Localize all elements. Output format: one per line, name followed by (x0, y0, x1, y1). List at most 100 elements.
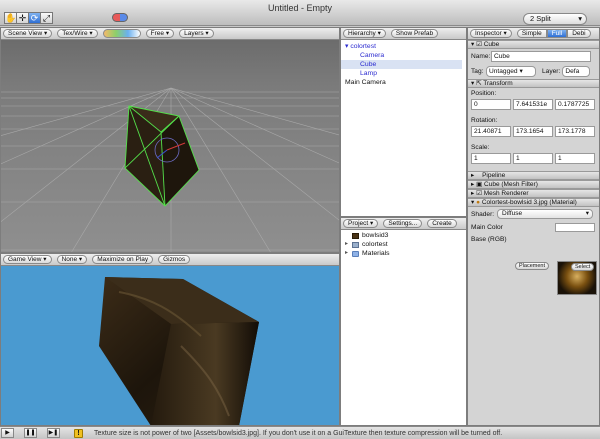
window-title: Untitled - Empty (267, 3, 333, 13)
settings-button[interactable]: Settings... (383, 219, 423, 228)
enabled-checkbox[interactable]: ☑ (476, 190, 482, 197)
name-field[interactable]: Cube (491, 51, 591, 62)
expand-arrow-icon[interactable]: ▾ (471, 80, 474, 87)
material-label: Colortest-bowlsid 3.jpg (Material) (481, 199, 577, 206)
play-toggle-icon[interactable] (112, 13, 128, 22)
tag-label: Tag: (471, 68, 484, 75)
expand-arrow-icon[interactable]: ▾ (471, 199, 474, 206)
mesh-renderer-header[interactable]: ▸ ☑ Mesh Renderer (468, 189, 599, 198)
tree-item-lamp[interactable]: Lamp (345, 69, 462, 78)
project-item-colortest[interactable]: ▸ colortest (341, 240, 466, 249)
project-tab[interactable]: Project (343, 219, 379, 228)
expand-arrow-icon[interactable]: ▸ (471, 172, 474, 179)
step-button[interactable]: ▶❚ (47, 428, 60, 438)
base-label: Base (RGB) (471, 236, 507, 243)
shader-dropdown[interactable]: Diffuse (497, 209, 593, 219)
main-color-label: Main Color (471, 224, 503, 231)
position-y-field[interactable]: 7.641531e (513, 99, 553, 110)
hierarchy-panel: Hierarchy Show Prefab ▾ colortest Camera… (340, 27, 467, 217)
active-checkbox[interactable]: ☑ (476, 41, 482, 48)
expand-arrow-icon[interactable]: ▾ (471, 41, 474, 48)
rotation-z-field[interactable]: 173.1778 (555, 126, 595, 137)
position-fields: 0 7.641531e 0.1787725 (468, 97, 599, 112)
scene-viewport[interactable] (1, 40, 339, 252)
mesh-renderer-label: Mesh Renderer (483, 190, 529, 197)
scale-x-field[interactable]: 1 (471, 153, 511, 164)
texture-icon (352, 232, 359, 239)
project-item-bowlsid3[interactable]: bowlsid3 (341, 231, 466, 240)
tree-item-colortest[interactable]: ▾ colortest (345, 42, 462, 51)
maximize-on-play-button[interactable]: Maximize on Play (92, 255, 154, 264)
project-item-materials[interactable]: ▸ Materials (341, 249, 466, 258)
mode-full-button[interactable]: Full (546, 29, 568, 38)
transform-header[interactable]: ▾ ⇱ Transform (468, 79, 599, 88)
mesh-filter-header[interactable]: ▸ ▣ Cube (Mesh Filter) (468, 180, 599, 189)
tree-item-label: Lamp (360, 70, 378, 77)
status-message[interactable]: Texture size is not power of two [Assets… (94, 430, 502, 437)
transform-tools: ✋ ✛ ⟳ ⤢ (4, 12, 53, 24)
gizmos-button[interactable]: Gizmos (158, 255, 191, 264)
create-button[interactable]: Create (427, 219, 457, 228)
scale-z-field[interactable]: 1 (555, 153, 595, 164)
window-titlebar: Untitled - Empty ✋ ✛ ⟳ ⤢ 2 Split (0, 0, 600, 26)
mesh-filter-label: Cube (Mesh Filter) (484, 181, 538, 188)
expand-arrow-icon[interactable]: ▸ (345, 240, 352, 249)
project-item-label: Materials (362, 250, 390, 257)
scene-view-toolbar: Scene View Tex/Wire Free Layers (1, 28, 339, 40)
tree-item-camera[interactable]: Camera (345, 51, 462, 60)
rotation-x-field[interactable]: 21.40871 (471, 126, 511, 137)
main-color-row: Main Color (468, 221, 599, 234)
expand-arrow-icon[interactable]: ▸ (471, 190, 474, 197)
main-color-swatch[interactable] (555, 223, 595, 232)
show-prefab-button[interactable]: Show Prefab (390, 29, 439, 38)
layer-label: Layer: (542, 68, 561, 75)
position-z-field[interactable]: 0.1787725 (555, 99, 595, 110)
transform-label: Transform (483, 80, 513, 87)
tree-item-cube[interactable]: Cube (341, 60, 462, 69)
scale-tool-icon[interactable]: ⤢ (40, 12, 53, 24)
position-x-field[interactable]: 0 (471, 99, 511, 110)
project-panel: Project Settings... Create bowlsid3 ▸ co… (340, 217, 467, 426)
hierarchy-tab[interactable]: Hierarchy (343, 29, 386, 38)
play-button[interactable]: ▶ (1, 428, 14, 438)
game-view-tab[interactable]: Game View (3, 255, 52, 264)
layer-dropdown[interactable]: Defa (562, 66, 591, 77)
game-view-panel: Game View None Maximize on Play Gizmos (0, 253, 340, 426)
camera-mode-dropdown[interactable]: Free (145, 29, 175, 38)
placement-button[interactable]: Placement (515, 262, 549, 270)
scene-view-tab[interactable]: Scene View (3, 29, 53, 38)
rotation-label: Rotation: (471, 117, 498, 124)
object-header[interactable]: ▾ ☑ Cube (468, 40, 599, 49)
select-texture-button[interactable]: Select (571, 263, 595, 271)
scale-y-field[interactable]: 1 (513, 153, 553, 164)
scene-grid (1, 87, 339, 252)
pipeline-header[interactable]: ▸ Pipeline (468, 171, 599, 180)
scene-view-panel: Scene View Tex/Wire Free Layers (0, 27, 340, 253)
layout-dropdown[interactable]: 2 Split (523, 13, 587, 25)
tree-item-label: Camera (360, 52, 385, 59)
rotation-y-field[interactable]: 173.1654 (513, 126, 553, 137)
game-cube-render (99, 277, 259, 425)
layers-dropdown[interactable]: Layers (179, 29, 214, 38)
pause-button[interactable]: ❚❚ (24, 428, 37, 438)
inspector-tab[interactable]: Inspector (470, 29, 512, 38)
name-label: Name: (471, 53, 491, 60)
object-header-label: Cube (483, 41, 500, 48)
material-icon: ● (476, 199, 481, 206)
game-viewport[interactable] (1, 266, 339, 425)
hierarchy-toolbar: Hierarchy Show Prefab (341, 28, 466, 40)
scene-toggles[interactable] (102, 29, 141, 38)
tree-item-main-camera[interactable]: Main Camera (345, 78, 462, 87)
mode-debug-button[interactable]: Debi (567, 29, 591, 38)
material-header[interactable]: ▾ ● Colortest-bowlsid 3.jpg (Material) (468, 198, 599, 207)
render-mode-dropdown[interactable]: Tex/Wire (57, 29, 98, 38)
tag-dropdown[interactable]: Untagged (486, 66, 536, 77)
aspect-dropdown[interactable]: None (56, 255, 88, 264)
expand-arrow-icon[interactable]: ▸ (345, 249, 352, 258)
expand-arrow-icon[interactable]: ▾ (345, 43, 348, 50)
project-item-label: colortest (362, 241, 388, 248)
expand-arrow-icon[interactable]: ▸ (471, 181, 474, 188)
rotation-fields: 21.40871 173.1654 173.1778 (468, 124, 599, 139)
mode-simple-button[interactable]: Simple (516, 29, 547, 38)
tag-layer-row: Tag: Untagged Layer: Defa (468, 64, 599, 79)
